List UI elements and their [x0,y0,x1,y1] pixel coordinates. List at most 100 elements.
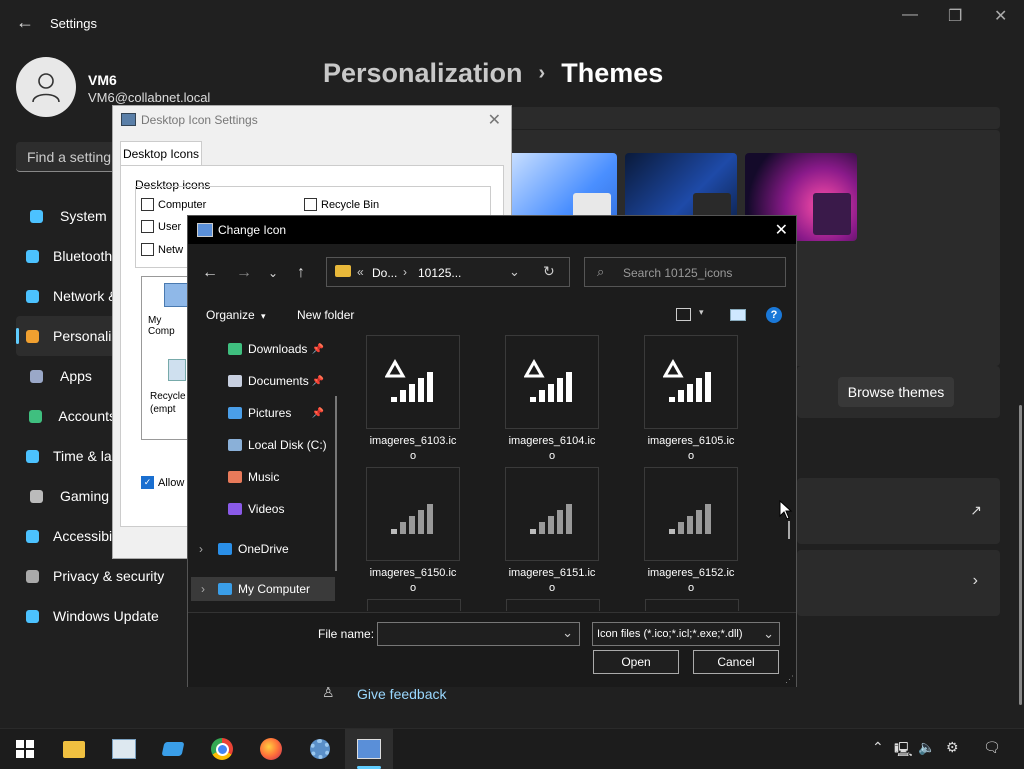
file-item[interactable]: imageres_6150.ico [358,467,468,596]
breadcrumb-parent[interactable]: Personalization [323,58,523,89]
volume-icon[interactable]: 🔈 [918,739,935,756]
sidebar-item-system[interactable]: System [16,196,116,236]
settings-search-input[interactable]: Find a setting [16,142,126,172]
sidebar-item-windows[interactable]: Windows Update [16,596,159,636]
overflow-icon[interactable]: « [357,265,364,279]
resize-grip-icon[interactable]: ⋰ [785,674,794,685]
file-thumbnail[interactable] [505,335,599,429]
sidebar-item-gaming[interactable]: Gaming [16,476,116,516]
checkbox-checked[interactable]: ✓ [141,476,154,489]
avatar[interactable] [16,57,76,117]
checkbox-recycle-bin[interactable]: Recycle Bin [304,198,379,211]
search-input[interactable]: ⌕ Search 10125_icons [584,257,786,287]
settings-row[interactable]: › [797,550,1000,616]
cancel-button[interactable]: Cancel [693,650,779,674]
tree-item-downloads[interactable]: Downloads 📌 [228,337,338,361]
file-item[interactable]: imageres_6105.ico [636,335,746,464]
checkbox-network[interactable]: Netw [141,243,183,256]
help-icon[interactable]: ? [766,307,782,323]
app-icon[interactable] [161,737,185,761]
gear-icon[interactable]: ⚙ [946,739,959,756]
file-thumbnail[interactable] [506,599,600,611]
sidebar-item-network[interactable]: Network & internet [16,276,168,316]
close-icon[interactable]: ✕ [775,220,788,240]
chevron-up-icon[interactable]: ⌃ [872,739,884,756]
checkbox-allow-themes[interactable]: ✓ Allow t [141,476,190,489]
file-explorer-icon[interactable] [62,737,86,761]
settings-gear-icon[interactable] [308,737,332,761]
file-type-select[interactable]: Icon files (*.ico;*.icl;*.exe;*.dll) ⌄ [592,622,780,646]
start-icon[interactable] [13,737,37,761]
network-icon[interactable]: 🖳 [894,739,913,763]
sidebar-item-apps[interactable]: Apps [16,356,116,396]
sidebar-item-privacy[interactable]: Privacy & security [16,556,164,596]
maximize-icon[interactable]: ❐ [948,6,962,26]
preview-pane-icon[interactable] [730,309,746,321]
icon-list[interactable]: My Comp Recycle (empt [141,276,189,440]
chevron-down-icon[interactable]: ⌄ [509,264,520,280]
tree-item-pictures[interactable]: Pictures 📌 [228,401,338,425]
refresh-icon[interactable]: ↻ [543,263,555,280]
tab-desktop-icons[interactable]: Desktop Icons [120,141,202,166]
checkbox-box[interactable] [304,198,317,211]
chevron-down-icon[interactable]: ▾ [699,307,704,318]
tree-item-localdiskc[interactable]: Local Disk (C:) [228,433,338,457]
tree-item-videos[interactable]: Videos [228,497,338,521]
desktop-icon-settings-app-icon[interactable] [357,737,381,761]
file-item[interactable]: imageres_6104.ico [497,335,607,464]
notifications-icon[interactable]: 🗨 [983,739,1001,756]
address-segment[interactable]: Do... [372,266,397,280]
open-button[interactable]: Open [593,650,679,674]
minimize-icon[interactable]: — [902,6,918,24]
chevron-right-icon[interactable]: › [201,582,205,596]
file-item[interactable]: imageres_6151.ico [497,467,607,596]
tree-item-documents[interactable]: Documents 📌 [228,369,338,393]
close-icon[interactable]: ✕ [994,6,1007,26]
tree-item-onedrive[interactable]: › OneDrive [199,537,338,561]
scrollbar[interactable] [335,396,337,571]
browse-themes-button[interactable]: Browse themes [838,377,954,407]
address-bar[interactable]: « Do... › 10125... ⌄ ↻ [326,257,570,287]
checkbox-box[interactable] [141,198,154,211]
organize-button[interactable]: Organize ▾ [206,308,266,322]
chevron-down-icon[interactable]: ⌄ [562,625,573,641]
tree-item-music[interactable]: Music [228,465,338,489]
chrome-icon[interactable] [210,737,234,761]
file-thumbnail[interactable] [505,467,599,561]
up-arrow-icon[interactable]: ↑ [297,264,305,282]
address-segment[interactable]: 10125... [418,266,461,280]
back-arrow-icon[interactable]: ← [202,264,218,282]
chevron-right-icon[interactable]: › [199,542,203,556]
file-item[interactable]: imageres_6152.ico [636,467,746,596]
file-thumbnail[interactable] [645,599,739,611]
forward-arrow-icon[interactable]: → [236,264,252,282]
file-item[interactable]: imageres_6103.ico [358,335,468,464]
file-thumbnail[interactable] [366,467,460,561]
resource-monitor-icon[interactable] [112,737,136,761]
firefox-icon[interactable] [259,737,283,761]
tree-item-mycomputer[interactable]: › My Computer [191,577,335,601]
sidebar-item-bluetooth[interactable]: Bluetooth & devices [16,236,177,276]
checkbox-computer[interactable]: Computer [141,198,206,211]
settings-row[interactable]: ↗ [797,478,1000,544]
file-name-input[interactable]: ⌄ [377,622,580,646]
give-feedback-link[interactable]: Give feedback [357,686,447,702]
new-folder-button[interactable]: New folder [297,308,354,322]
sidebar-item-accounts[interactable]: Accounts [16,396,116,436]
back-arrow-icon[interactable]: ← [16,12,34,33]
sidebar-item-personalization[interactable]: Personalization [16,316,149,356]
checkbox-user[interactable]: User [141,220,181,233]
sidebar-item-accessibility[interactable]: Accessibility [16,516,129,556]
checkbox-box[interactable] [141,243,154,256]
file-thumbnail[interactable] [644,467,738,561]
checkbox-box[interactable] [141,220,154,233]
close-icon[interactable]: ✕ [488,110,501,130]
view-icon[interactable] [676,308,691,321]
file-thumbnail[interactable] [644,335,738,429]
sidebar-item-time[interactable]: Time & language [16,436,158,476]
file-thumbnail[interactable] [367,599,461,611]
chevron-down-icon[interactable]: ⌄ [268,266,278,280]
file-thumbnail[interactable] [366,335,460,429]
scrollbar[interactable] [788,521,790,539]
scrollbar[interactable] [1019,405,1022,705]
